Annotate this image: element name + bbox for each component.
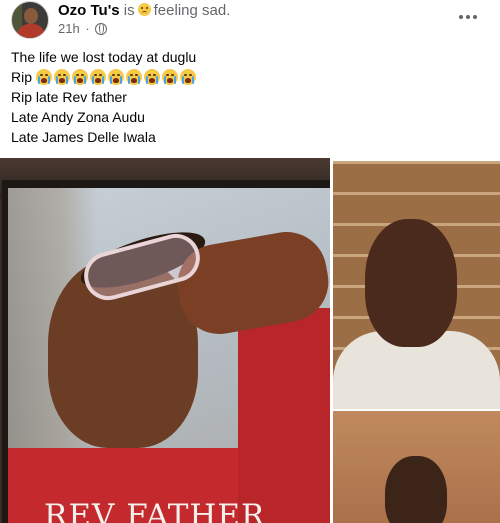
crying-face-icon (161, 69, 178, 85)
sad-face-icon (137, 3, 151, 16)
author-avatar[interactable] (11, 1, 49, 39)
photo-rev-father[interactable]: REV FATHER (0, 158, 330, 523)
rip-text: Rip (11, 69, 33, 85)
post-line-3: Rip late Rev father (11, 89, 127, 105)
photo-grid: REV FATHER (0, 158, 500, 523)
crying-face-icon (125, 69, 142, 85)
post-meta: 21h · (58, 21, 108, 37)
man-two-face (365, 219, 457, 347)
portrait-sleeve (238, 308, 330, 523)
status-prefix: is (123, 2, 135, 19)
crying-face-icon (89, 69, 106, 85)
man-three-face (385, 456, 447, 523)
crying-face-icon (143, 69, 160, 85)
post-header: Ozo Tu's is feeling sad. 21h · (0, 0, 500, 42)
crying-face-icon (107, 69, 124, 85)
post-line-rip: Rip (11, 67, 198, 87)
post-text: The life we lost today at duglu Rip Rip … (11, 47, 198, 147)
photo-man-two[interactable] (333, 161, 500, 409)
feeling-text: feeling sad. (153, 2, 231, 19)
crying-face-icon (179, 69, 196, 85)
more-dot-icon (466, 15, 470, 19)
picture-frame: REV FATHER (2, 180, 330, 523)
crying-face-icon (71, 69, 88, 85)
crying-face-icon (53, 69, 70, 85)
author-name[interactable]: Ozo Tu's (58, 2, 120, 19)
globe-icon[interactable] (95, 23, 108, 35)
post-line-1: The life we lost today at duglu (11, 49, 197, 65)
photo-man-three[interactable] (333, 411, 500, 523)
post-line-5: Late James Delle Iwala (11, 129, 156, 145)
crying-face-icon (35, 69, 52, 85)
framed-portrait: REV FATHER (8, 188, 330, 523)
avatar-face (24, 8, 38, 24)
crying-emoji-row (35, 69, 198, 85)
more-dot-icon (473, 15, 477, 19)
more-options-button[interactable] (450, 2, 486, 32)
avatar-body (17, 24, 45, 38)
more-dot-icon (459, 15, 463, 19)
rev-father-caption: REV FATHER (44, 498, 266, 523)
post-line-4: Late Andy Zona Audu (11, 109, 145, 125)
author-line: Ozo Tu's is feeling sad. (58, 2, 230, 20)
meta-separator: · (85, 21, 90, 36)
post-timestamp[interactable]: 21h (58, 21, 80, 36)
